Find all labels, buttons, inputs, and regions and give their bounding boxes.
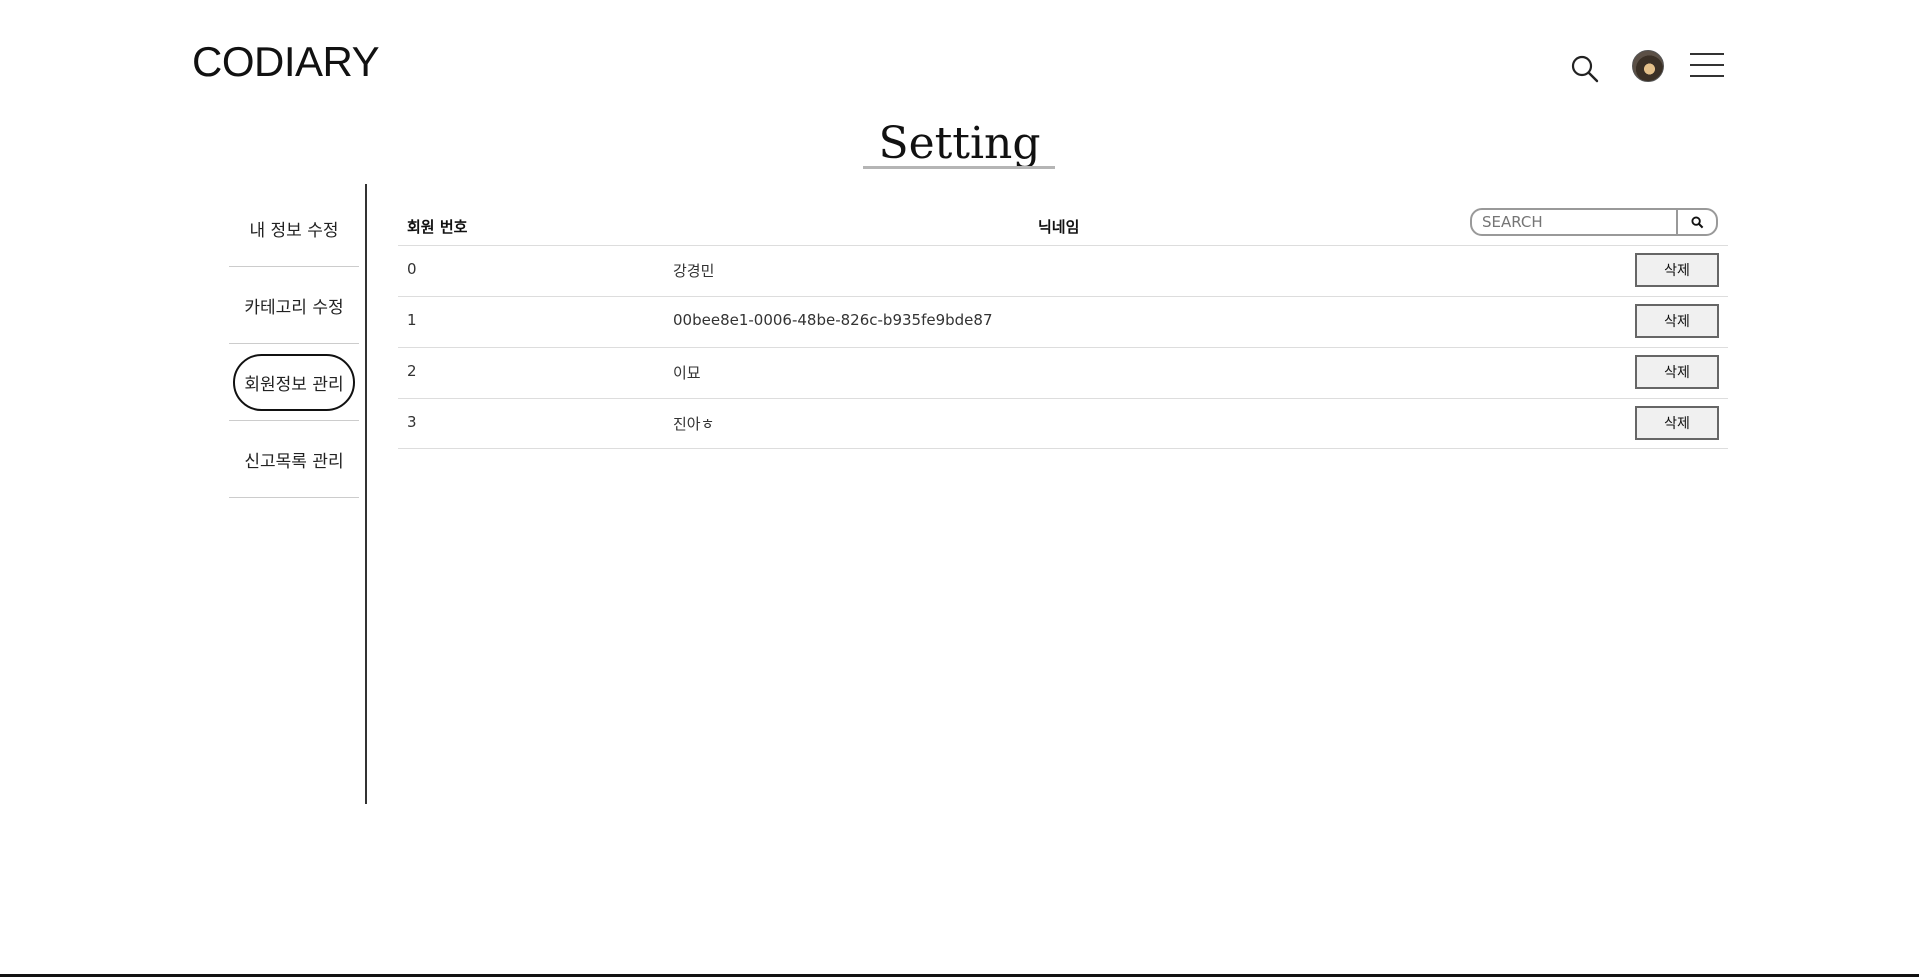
search-input[interactable]: [1472, 210, 1676, 234]
sidebar-item-member-management[interactable]: 회원정보 관리: [229, 344, 359, 421]
table-row: 0 강경민 삭제: [398, 245, 1728, 296]
sidebar-item-report-management[interactable]: 신고목록 관리: [229, 421, 359, 498]
header-icons: [1570, 48, 1730, 88]
member-nickname: 00bee8e1-0006-48be-826c-b935fe9bde87: [673, 311, 993, 329]
column-header-number: 회원 번호: [407, 218, 468, 236]
logo[interactable]: CODIARY: [192, 38, 380, 86]
sidebar-divider: [365, 184, 367, 804]
sidebar-item-label: 카테고리 수정: [244, 297, 344, 318]
table-row: 2 이묘 삭제: [398, 347, 1728, 398]
search-button[interactable]: [1676, 210, 1716, 234]
sidebar-item-edit-profile[interactable]: 내 정보 수정: [229, 190, 359, 267]
menu-icon[interactable]: [1690, 53, 1724, 77]
avatar[interactable]: [1632, 50, 1664, 82]
member-number: 3: [407, 413, 417, 431]
member-nickname: 이묘: [673, 364, 701, 382]
member-number: 1: [407, 311, 417, 329]
member-number: 0: [407, 260, 417, 278]
delete-button[interactable]: 삭제: [1635, 253, 1719, 287]
sidebar-item-label: 내 정보 수정: [249, 220, 339, 241]
sidebar-item-edit-category[interactable]: 카테고리 수정: [229, 267, 359, 344]
member-table: 회원 번호 닉네임 0 강경민 삭제 1 00bee8e1-0006-48be-…: [398, 202, 1728, 449]
sidebar-item-label: 신고목록 관리: [244, 451, 344, 472]
delete-button[interactable]: 삭제: [1635, 304, 1719, 338]
search-icon[interactable]: [1570, 54, 1600, 84]
sidebar-item-label: 회원정보 관리: [233, 353, 355, 411]
delete-button[interactable]: 삭제: [1635, 355, 1719, 389]
delete-button[interactable]: 삭제: [1635, 406, 1719, 440]
sidebar: 내 정보 수정 카테고리 수정 회원정보 관리 신고목록 관리: [229, 190, 359, 498]
table-header: 회원 번호 닉네임: [398, 202, 1728, 245]
member-nickname: 강경민: [673, 262, 715, 280]
table-row: 1 00bee8e1-0006-48be-826c-b935fe9bde87 삭…: [398, 296, 1728, 347]
member-number: 2: [407, 362, 417, 380]
search-box: [1470, 208, 1718, 236]
page-title: Setting: [878, 118, 1041, 169]
title-underline: [863, 166, 1055, 169]
column-header-nickname: 닉네임: [1038, 218, 1080, 236]
search-icon: [1690, 215, 1703, 228]
table-row: 3 진아ㅎ 삭제: [398, 398, 1728, 449]
member-nickname: 진아ㅎ: [673, 415, 715, 433]
